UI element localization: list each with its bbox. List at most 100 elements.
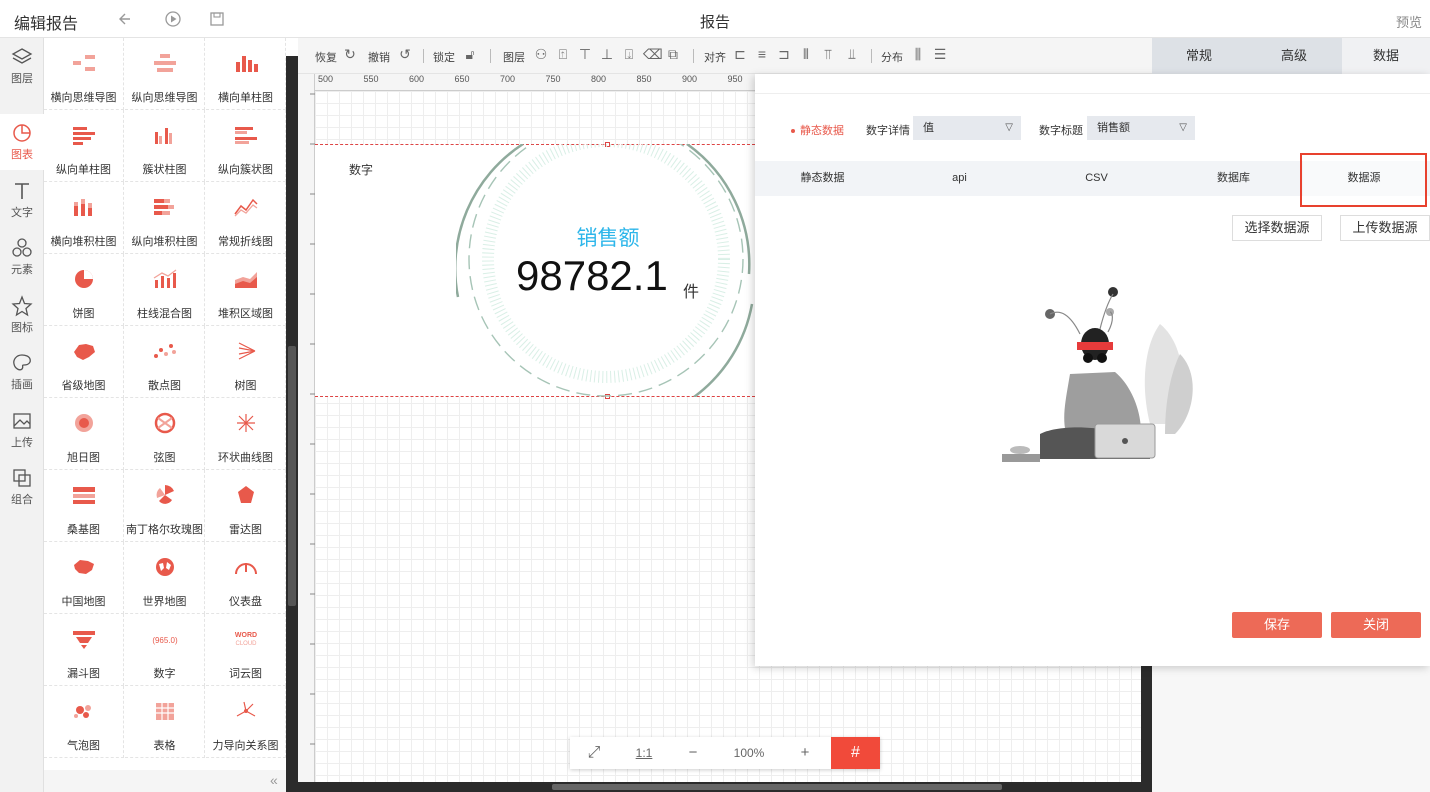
title-select[interactable]: 销售额 ▽ (1087, 116, 1195, 140)
fit-screen-icon[interactable]: ⤢ (570, 737, 618, 769)
library-item[interactable]: 仪表盘 (206, 542, 286, 614)
save-button[interactable]: 保存 (1232, 612, 1322, 638)
library-item-label: 旭日图 (67, 452, 100, 464)
layer-button[interactable]: 图层 (503, 49, 525, 65)
library-item[interactable]: 常规折线图 (206, 182, 286, 254)
delete-icon[interactable]: ⌫ (643, 46, 663, 62)
library-item[interactable]: 力导向关系图 (206, 686, 286, 758)
library-item[interactable]: WORD CLOUD 词云图 (206, 614, 286, 686)
library-item[interactable]: (965.0) 数字 (125, 614, 205, 686)
library-item[interactable]: 气泡图 (44, 686, 124, 758)
rail-item-pie-chart[interactable]: 图表 (0, 114, 44, 170)
force-graph-icon (233, 700, 259, 722)
rail-item-text[interactable]: 文字 (0, 172, 44, 228)
tab-advanced[interactable]: 高级 (1247, 38, 1341, 74)
library-item[interactable]: 中国地图 (44, 542, 124, 614)
library-item[interactable]: 纵向堆积柱图 (125, 182, 205, 254)
rail-item-layers[interactable]: 图层 (0, 38, 44, 94)
align-left-icon[interactable]: ⊏ (732, 46, 748, 62)
zoom-out-button[interactable]: − (674, 737, 712, 769)
library-item[interactable]: 南丁格尔玫瑰图 (125, 470, 205, 542)
library-item[interactable]: 堆积区域图 (206, 254, 286, 326)
rail-item-image-upload[interactable]: 上传 (0, 402, 44, 458)
copy-icon[interactable]: ⧉ (665, 46, 681, 62)
move-up-icon[interactable]: ⍐ (555, 46, 571, 62)
library-item[interactable]: 簇状柱图 (125, 110, 205, 182)
library-item[interactable]: 纵向单柱图 (44, 110, 124, 182)
align-right-icon[interactable]: ⊐ (776, 46, 792, 62)
bring-top-icon[interactable]: ⊤ (577, 46, 593, 62)
align-bottom-icon[interactable]: ⫫ (844, 46, 860, 62)
wordcloud-icon: WORD CLOUD (233, 628, 259, 650)
layer-tree-icon[interactable]: ⚇ (533, 46, 549, 62)
align-top-icon[interactable]: ⫪ (820, 46, 836, 62)
scrollbar-thumb[interactable] (552, 784, 1002, 790)
distribute-v-icon[interactable]: ☰ (932, 46, 948, 62)
align-center-h-icon[interactable]: ≡ (754, 46, 770, 62)
library-item-label: 数字 (153, 668, 176, 680)
lock-icon[interactable]: 🔓︎ (462, 46, 478, 62)
library-item[interactable]: 桑基图 (44, 470, 124, 542)
collapse-panel-icon[interactable]: « (270, 772, 278, 788)
library-item[interactable]: 柱线混合图 (125, 254, 205, 326)
source-tab-api[interactable]: api (892, 161, 1027, 196)
source-tab-csv[interactable]: CSV (1029, 161, 1164, 196)
tab-data[interactable]: 数据 (1342, 38, 1430, 74)
source-tab-static[interactable]: 静态数据 (755, 161, 890, 196)
detail-select-value: 值 (923, 122, 934, 134)
library-item[interactable]: 表格 (125, 686, 205, 758)
ruler-tick: 700 (500, 74, 516, 84)
library-footer (44, 770, 286, 792)
library-item[interactable]: 省级地图 (44, 326, 124, 398)
one-to-one-button[interactable]: 1:1 (622, 737, 666, 769)
preview-button[interactable]: 预览 (1396, 12, 1422, 31)
image-upload-icon (0, 410, 44, 432)
undo-button[interactable]: 撤销 (368, 49, 390, 65)
static-data-radio[interactable]: 静态数据 (791, 122, 844, 138)
library-scrollbar[interactable] (286, 56, 298, 792)
library-item-label: 纵向簇状图 (218, 164, 273, 176)
distribute-button[interactable]: 分布 (881, 49, 903, 65)
align-button[interactable]: 对齐 (704, 49, 726, 65)
rail-item-group[interactable]: 组合 (0, 459, 44, 515)
library-item[interactable]: 纵向簇状图 (206, 110, 286, 182)
library-item[interactable]: 横向堆积柱图 (44, 182, 124, 254)
tab-general[interactable]: 常规 (1152, 38, 1246, 74)
select-datasource-button[interactable]: 选择数据源 (1232, 215, 1322, 241)
align-middle-icon[interactable]: ⫴ (798, 46, 814, 62)
source-tab-database[interactable]: 数据库 (1166, 161, 1301, 196)
upload-datasource-button[interactable]: 上传数据源 (1340, 215, 1430, 241)
library-item[interactable]: 旭日图 (44, 398, 124, 470)
library-item[interactable]: 横向思维导图 (44, 38, 124, 110)
redo-button[interactable]: 恢复 (315, 49, 337, 65)
library-item[interactable]: 树图 (206, 326, 286, 398)
library-item[interactable]: 饼图 (44, 254, 124, 326)
empty-state-illustration (1002, 287, 1193, 462)
lock-button[interactable]: 锁定 (433, 49, 455, 65)
undo-icon[interactable]: ↺ (397, 46, 413, 62)
library-item[interactable]: 环状曲线图 (206, 398, 286, 470)
scatter-icon (152, 340, 178, 362)
detail-select[interactable]: 值 ▽ (913, 116, 1021, 140)
library-item[interactable]: 横向单柱图 (206, 38, 286, 110)
scrollbar-thumb[interactable] (288, 346, 296, 606)
grid-toggle-icon[interactable]: # (831, 737, 880, 769)
library-item[interactable]: 雷达图 (206, 470, 286, 542)
rail-item-shapes[interactable]: 元素 (0, 229, 44, 285)
send-bottom-icon[interactable]: ⊥ (599, 46, 615, 62)
rail-item-palette[interactable]: 插画 (0, 344, 44, 400)
library-item[interactable]: 散点图 (125, 326, 205, 398)
rail-item-star[interactable]: 图标 (0, 287, 44, 343)
library-item[interactable]: 纵向思维导图 (125, 38, 205, 110)
distribute-h-icon[interactable]: ⫼ (910, 46, 926, 62)
bar-h-stack-icon (152, 196, 178, 218)
library-item[interactable]: 世界地图 (125, 542, 205, 614)
library-item-label: 柱线混合图 (137, 308, 192, 320)
library-item[interactable]: 漏斗图 (44, 614, 124, 686)
library-item[interactable]: 弦图 (125, 398, 205, 470)
zoom-in-button[interactable]: + (786, 737, 824, 769)
canvas-h-scrollbar[interactable] (298, 782, 1152, 792)
redo-icon[interactable]: ↻ (342, 46, 358, 62)
close-button[interactable]: 关闭 (1331, 612, 1421, 638)
move-down-icon[interactable]: ⍗ (621, 46, 637, 62)
